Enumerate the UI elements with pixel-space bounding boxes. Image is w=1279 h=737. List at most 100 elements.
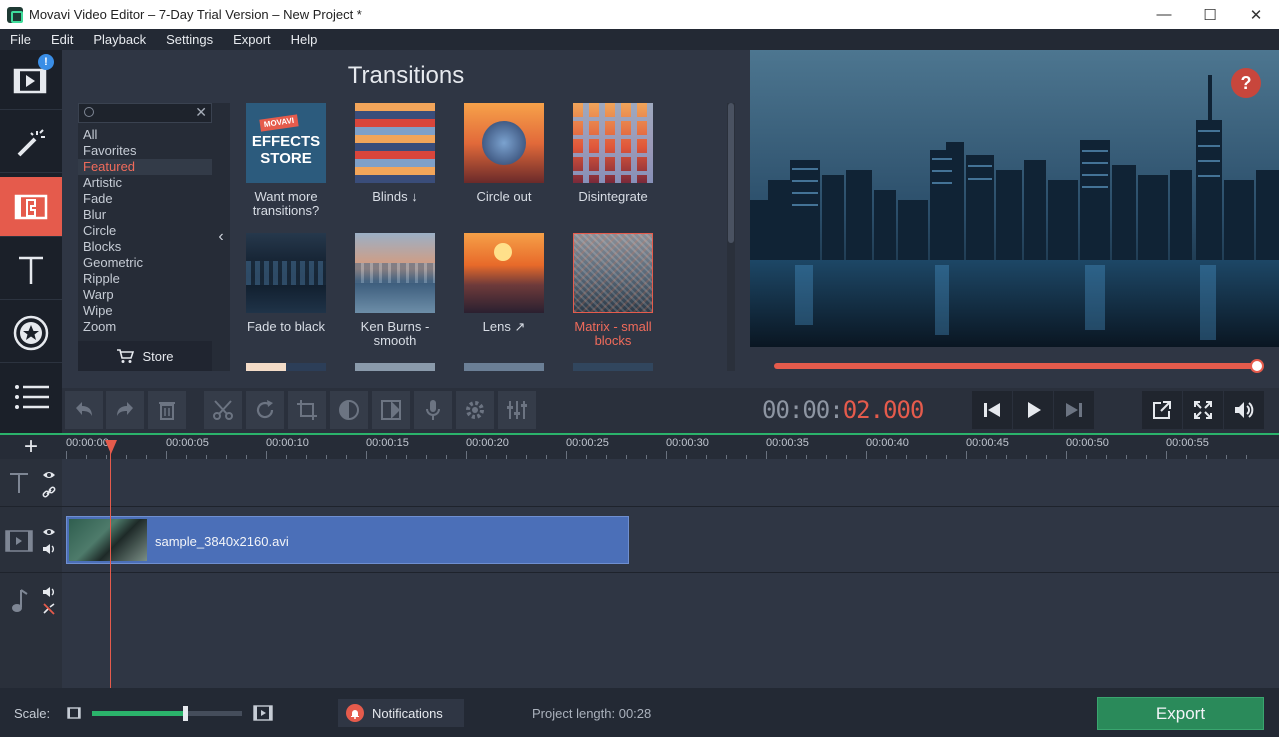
clip-name: sample_3840x2160.avi [155,534,289,549]
store-label: Store [142,348,174,364]
eye-icon[interactable] [42,470,56,480]
category-zoom[interactable]: Zoom [78,319,212,335]
fullscreen-button[interactable] [1183,391,1223,429]
undo-button[interactable] [65,391,103,429]
minimize-button[interactable]: — [1141,0,1187,29]
text-track-icon [10,473,28,493]
titles-button[interactable] [0,240,62,300]
transition-wizard-button[interactable] [372,391,410,429]
blinds-tile[interactable] [355,103,435,183]
category-blocks[interactable]: Blocks [78,239,212,255]
title-track[interactable] [62,459,1279,507]
category-ripple[interactable]: Ripple [78,271,212,287]
playhead-handle[interactable] [105,440,117,454]
delete-button[interactable] [148,391,186,429]
scale-slider[interactable] [92,706,242,721]
category-all[interactable]: All [78,127,212,143]
link-icon[interactable] [42,486,56,498]
menu-playback[interactable]: Playback [83,32,156,47]
equalizer-button[interactable] [498,391,536,429]
ken-burns-tile[interactable] [355,233,435,313]
scale-slider-handle[interactable] [183,706,188,721]
unlink-icon[interactable] [42,603,56,615]
menu-file[interactable]: File [0,32,41,47]
export-button[interactable]: Export [1097,697,1264,730]
category-blur[interactable]: Blur [78,207,212,223]
clip-properties-button[interactable] [456,391,494,429]
filters-button[interactable] [0,113,62,173]
preview-scrub-handle[interactable] [1250,359,1264,373]
category-fade[interactable]: Fade [78,191,212,207]
ruler-tick-label: 00:00:25 [566,437,609,449]
rotate-button[interactable] [246,391,284,429]
category-warp[interactable]: Warp [78,287,212,303]
fade-to-black-tile[interactable] [246,233,326,313]
close-button[interactable]: ✕ [1233,0,1279,29]
ruler-tick [966,451,967,459]
partial-tile[interactable] [464,363,544,371]
add-track-button[interactable]: + [0,433,62,460]
eye-icon[interactable] [42,527,56,537]
category-favorites[interactable]: Favorites [78,143,212,159]
category-artistic[interactable]: Artistic [78,175,212,191]
menu-help[interactable]: Help [281,32,328,47]
category-search[interactable]: ✕ [78,103,212,123]
split-button[interactable] [204,391,242,429]
tile-label-store: Want more transitions? [252,189,320,218]
playhead-line[interactable] [110,440,111,688]
timeline-ruler[interactable]: 00:00:00 00:00:05 00:00:10 00:00:15 00:00:20… [62,435,1279,459]
partial-tile[interactable] [573,363,653,371]
previous-frame-button[interactable] [972,391,1012,429]
menu-export[interactable]: Export [223,32,281,47]
partial-tile[interactable] [355,363,435,371]
scale-label: Scale: [14,706,51,721]
record-voice-button[interactable] [414,391,452,429]
video-clip[interactable]: sample_3840x2160.avi [66,516,629,564]
crop-button[interactable] [288,391,326,429]
disintegrate-tile[interactable] [573,103,653,183]
volume-button[interactable] [1224,391,1264,429]
menu-edit[interactable]: Edit [41,32,83,47]
video-preview[interactable]: ? [750,50,1279,347]
zoom-in-film-icon[interactable] [253,705,273,721]
transition-icon [381,400,401,420]
stickers-button[interactable] [0,303,62,363]
zoom-out-film-icon[interactable] [67,707,81,719]
circle-out-tile[interactable] [464,103,544,183]
menu-settings[interactable]: Settings [156,32,223,47]
collapse-categories-button[interactable]: ‹ [212,103,230,371]
speaker-icon[interactable] [42,543,56,555]
transitions-scrollbar[interactable] [727,103,735,371]
category-geometric[interactable]: Geometric [78,255,212,271]
store-button[interactable]: Store [78,341,212,371]
maximize-button[interactable]: ☐ [1187,0,1233,29]
preview-scrubber[interactable] [750,347,1279,388]
redo-button[interactable] [106,391,144,429]
tile-label-blinds: Blinds ↓ [372,189,418,204]
next-frame-button[interactable] [1054,391,1094,429]
category-wipe[interactable]: Wipe [78,303,212,319]
ruler-tick-label: 00:00:30 [666,437,709,449]
movavi-label: MOVAVI [259,114,299,132]
notifications-button[interactable]: Notifications [338,699,464,727]
clear-search-icon[interactable]: ✕ [195,104,207,121]
partial-tile[interactable] [246,363,326,371]
app-icon [7,6,23,23]
play-button[interactable] [1013,391,1053,429]
category-circle[interactable]: Circle [78,223,212,239]
more-tools-button[interactable] [0,367,62,427]
audio-track[interactable] [62,573,1279,688]
preview-progress-bar[interactable] [774,363,1258,369]
color-adjust-button[interactable] [330,391,368,429]
speaker-icon[interactable] [42,586,56,598]
import-media-button[interactable]: ! [0,50,62,110]
effects-store-tile[interactable]: MOVAVI EFFECTS STORE [246,103,326,183]
detach-preview-button[interactable] [1142,391,1182,429]
category-featured[interactable]: Featured [78,159,212,175]
transitions-button[interactable] [0,177,62,237]
help-button[interactable]: ? [1231,68,1261,98]
matrix-small-blocks-tile[interactable] [573,233,653,313]
ruler-tick [1166,451,1167,459]
star-sticker-icon [13,315,49,350]
lens-tile[interactable] [464,233,544,313]
